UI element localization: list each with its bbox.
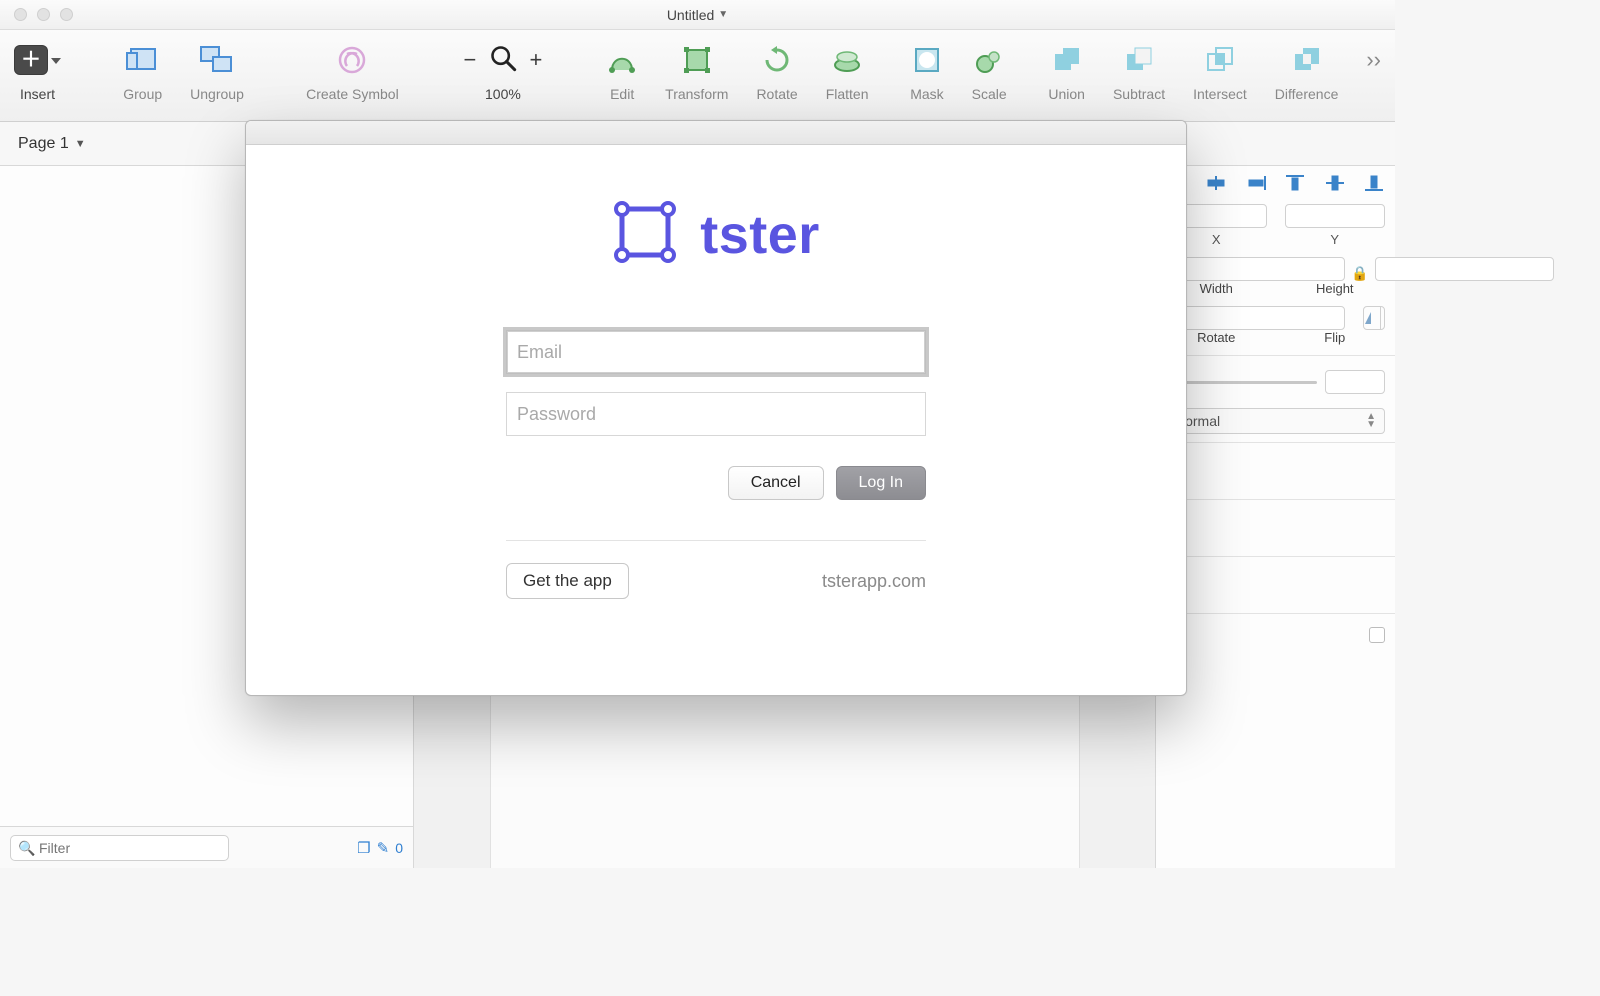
login-button[interactable]: Log In xyxy=(836,466,926,500)
brand-name: tster xyxy=(700,204,820,266)
password-field[interactable] xyxy=(506,392,926,436)
brand-mark-icon xyxy=(612,199,678,270)
modal-overlay: tster Cancel Log In Get the app tsterapp… xyxy=(0,0,1395,868)
divider xyxy=(506,540,926,541)
site-link[interactable]: tsterapp.com xyxy=(822,571,926,592)
get-app-button[interactable]: Get the app xyxy=(506,563,629,599)
login-form: Cancel Log In xyxy=(506,330,926,500)
cancel-button[interactable]: Cancel xyxy=(728,466,824,500)
height-input[interactable] xyxy=(1375,257,1554,281)
brand-logo: tster xyxy=(612,199,820,270)
login-modal: tster Cancel Log In Get the app tsterapp… xyxy=(245,120,1187,696)
email-field[interactable] xyxy=(506,330,926,374)
modal-header xyxy=(246,121,1186,145)
